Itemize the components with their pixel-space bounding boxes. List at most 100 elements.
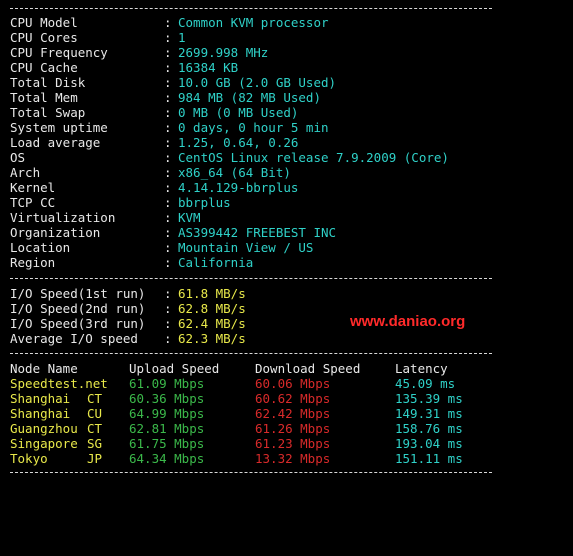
speedtest-row: Speedtest.net 61.09 Mbps 60.06 Mbps 45.0…	[0, 376, 455, 391]
io-colon: :	[164, 301, 172, 316]
info-colon: :	[164, 165, 172, 180]
info-label: Load average	[10, 135, 101, 150]
node-name: Speedtest.net	[10, 376, 108, 391]
info-row-system-uptime: System uptime : 0 days, 0 hour 5 min	[0, 120, 329, 135]
upload-speed: 62.81 Mbps	[129, 421, 205, 436]
separator-top	[10, 8, 492, 9]
terminal-window[interactable]: CPU Model : Common KVM processor CPU Cor…	[0, 0, 573, 480]
speedtest-row: Guangzhou CT 62.81 Mbps 61.26 Mbps 158.7…	[0, 421, 463, 436]
info-row-total-swap: Total Swap : 0 MB (0 MB Used)	[0, 105, 298, 120]
io-colon: :	[164, 286, 172, 301]
download-speed: 60.62 Mbps	[255, 391, 331, 406]
info-colon: :	[164, 15, 172, 30]
info-value: AS399442 FREEBEST INC	[178, 225, 337, 240]
node-isp: JP	[87, 451, 103, 466]
io-value: 62.3 MB/s	[178, 331, 246, 346]
io-label: I/O Speed(2nd run)	[10, 301, 146, 316]
info-value: 1	[178, 30, 186, 45]
info-row-region: Region : California	[0, 255, 253, 270]
info-colon: :	[164, 90, 172, 105]
node-name: Tokyo	[10, 451, 48, 466]
info-colon: :	[164, 105, 172, 120]
info-value: Mountain View / US	[178, 240, 314, 255]
info-value: 10.0 GB (2.0 GB Used)	[178, 75, 337, 90]
info-value: 16384 KB	[178, 60, 239, 75]
info-colon: :	[164, 240, 172, 255]
upload-speed: 64.99 Mbps	[129, 406, 205, 421]
info-value: CentOS Linux release 7.9.2009 (Core)	[178, 150, 449, 165]
io-label: I/O Speed(3rd run)	[10, 316, 146, 331]
info-colon: :	[164, 225, 172, 240]
io-value: 62.4 MB/s	[178, 316, 246, 331]
io-value: 61.8 MB/s	[178, 286, 246, 301]
download-speed: 13.32 Mbps	[255, 451, 331, 466]
latency: 151.11 ms	[395, 451, 463, 466]
info-label: Region	[10, 255, 56, 270]
info-value: 0 MB (0 MB Used)	[178, 105, 299, 120]
io-colon: :	[164, 331, 172, 346]
separator-bottom	[10, 472, 492, 473]
info-label: System uptime	[10, 120, 108, 135]
download-speed: 61.23 Mbps	[255, 436, 331, 451]
latency: 149.31 ms	[395, 406, 463, 421]
info-row-kernel: Kernel : 4.14.129-bbrplus	[0, 180, 298, 195]
info-row-load-average: Load average : 1.25, 0.64, 0.26	[0, 135, 298, 150]
info-value: x86_64 (64 Bit)	[178, 165, 291, 180]
info-value: 4.14.129-bbrplus	[178, 180, 299, 195]
node-isp: CT	[87, 421, 103, 436]
info-row-location: Location : Mountain View / US	[0, 240, 313, 255]
info-row-os: OS : CentOS Linux release 7.9.2009 (Core…	[0, 150, 449, 165]
io-row-2nd-run: I/O Speed(2nd run) : 62.8 MB/s	[0, 301, 246, 316]
speedtest-row: Shanghai CU 64.99 Mbps 62.42 Mbps 149.31…	[0, 406, 463, 421]
info-row-total-mem: Total Mem : 984 MB (82 MB Used)	[0, 90, 321, 105]
io-row-1st-run: I/O Speed(1st run) : 61.8 MB/s	[0, 286, 246, 301]
info-value: 2699.998 MHz	[178, 45, 269, 60]
info-label: Kernel	[10, 180, 56, 195]
info-label: CPU Frequency	[10, 45, 108, 60]
info-colon: :	[164, 195, 172, 210]
watermark-text: www.daniao.org	[350, 313, 466, 330]
info-value: KVM	[178, 210, 201, 225]
speedtest-row: Tokyo JP 64.34 Mbps 13.32 Mbps 151.11 ms	[0, 451, 463, 466]
info-value: bbrplus	[178, 195, 231, 210]
separator-io	[10, 278, 492, 279]
info-label: TCP CC	[10, 195, 56, 210]
info-row-cpu-cores: CPU Cores : 1	[0, 30, 186, 45]
info-label: Organization	[10, 225, 101, 240]
info-row-total-disk: Total Disk : 10.0 GB (2.0 GB Used)	[0, 75, 336, 90]
node-isp: CU	[87, 406, 103, 421]
info-colon: :	[164, 210, 172, 225]
download-speed: 62.42 Mbps	[255, 406, 331, 421]
info-label: OS	[10, 150, 26, 165]
header-node-name: Node Name	[10, 361, 78, 376]
info-label: Total Mem	[10, 90, 78, 105]
io-value: 62.8 MB/s	[178, 301, 246, 316]
info-row-cpu-frequency: CPU Frequency : 2699.998 MHz	[0, 45, 268, 60]
io-colon: :	[164, 316, 172, 331]
info-colon: :	[164, 120, 172, 135]
upload-speed: 60.36 Mbps	[129, 391, 205, 406]
upload-speed: 61.75 Mbps	[129, 436, 205, 451]
latency: 45.09 ms	[395, 376, 456, 391]
header-download-speed: Download Speed	[255, 361, 361, 376]
node-name: Guangzhou	[10, 421, 78, 436]
info-label: Total Swap	[10, 105, 86, 120]
download-speed: 61.26 Mbps	[255, 421, 331, 436]
info-label: CPU Model	[10, 15, 78, 30]
info-colon: :	[164, 60, 172, 75]
info-row-organization: Organization : AS399442 FREEBEST INC	[0, 225, 336, 240]
info-value: 984 MB (82 MB Used)	[178, 90, 321, 105]
info-colon: :	[164, 150, 172, 165]
info-label: CPU Cores	[10, 30, 78, 45]
io-row-average: Average I/O speed : 62.3 MB/s	[0, 331, 246, 346]
download-speed: 60.06 Mbps	[255, 376, 331, 391]
node-name: Shanghai	[10, 391, 71, 406]
info-value: California	[178, 255, 254, 270]
node-isp: CT	[87, 391, 103, 406]
node-name: Singapore	[10, 436, 78, 451]
info-colon: :	[164, 255, 172, 270]
info-colon: :	[164, 30, 172, 45]
info-row-arch: Arch : x86_64 (64 Bit)	[0, 165, 291, 180]
info-value: Common KVM processor	[178, 15, 329, 30]
info-value: 1.25, 0.64, 0.26	[178, 135, 299, 150]
